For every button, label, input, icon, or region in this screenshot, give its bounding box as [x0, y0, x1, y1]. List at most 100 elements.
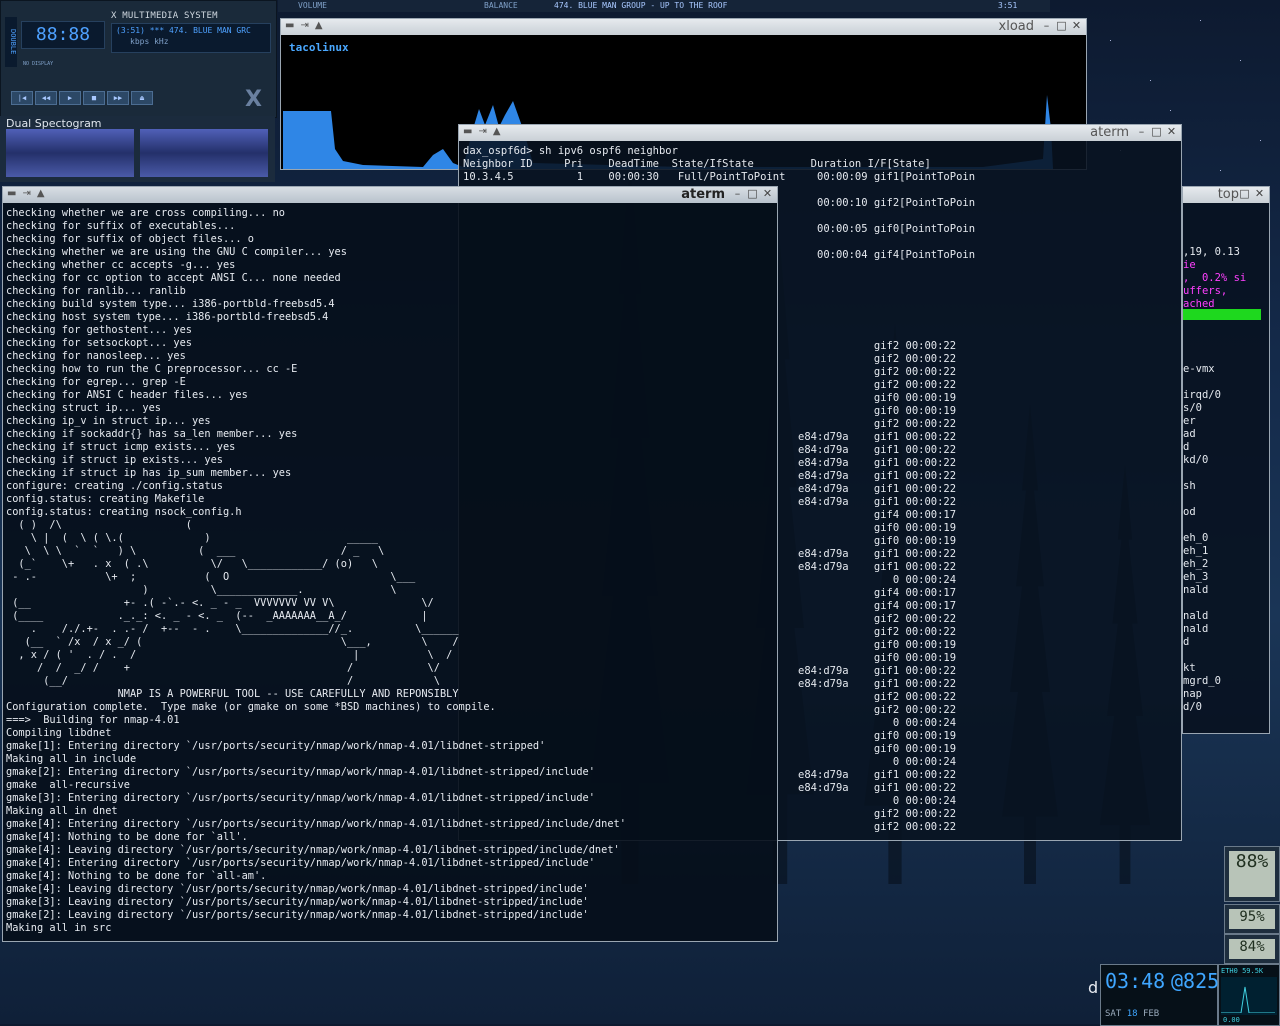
terminal-line: s/0 [1183, 402, 1202, 414]
titlebar[interactable]: ▬ ⇥ ▲ xload – □ ✕ [281, 19, 1086, 35]
maximize-icon[interactable]: □ [1239, 188, 1250, 199]
titlebar[interactable]: ▬ ⇥ ▲ aterm – □ ✕ [3, 187, 777, 203]
terminal-line: ,19, 0.13 [1183, 246, 1240, 258]
terminal-line: Compiling libdnet [6, 727, 112, 739]
terminal-line: gmake all-recursive [6, 779, 130, 791]
terminal-line: ) \_____________. \ [6, 584, 397, 596]
balance-label[interactable]: BALANCE [484, 1, 518, 10]
xmms-info-line: (3:51) *** 474. BLUE MAN GRC [116, 26, 251, 35]
xmms-logo: X [245, 87, 262, 112]
maximize-icon[interactable]: □ [1151, 126, 1162, 137]
terminal-line: \ | ( \ ( \.( ) _____ [6, 532, 378, 544]
terminal-line: checking if struct ip exists... yes [6, 454, 223, 466]
window-controls: – □ ✕ [1041, 20, 1082, 31]
terminal-line: Making all in dnet [6, 805, 118, 817]
terminal-output[interactable]: checking whether we are cross compiling.… [6, 207, 775, 939]
terminal-line: checking for egrep... grep -E [6, 376, 186, 388]
menu-icon[interactable]: ▬ [7, 188, 16, 199]
forward-button[interactable]: ▶▶ [107, 91, 129, 105]
terminal-line: checking build system type... i386-portb… [6, 298, 335, 310]
terminal-line: d [1183, 441, 1190, 453]
terminal-line: checking for nanosleep... yes [6, 350, 186, 362]
window-controls: – □ ✕ [732, 188, 773, 199]
terminal-line: Configuration complete. Type make (or gm… [6, 701, 496, 713]
raise-icon[interactable]: ▲ [315, 20, 323, 31]
network-monitor: ETH0 59.5K 0.00 [1218, 964, 1280, 1026]
eject-button[interactable]: ⏏ [131, 91, 153, 105]
terminal-line: config.status: creating Makefile [6, 493, 205, 505]
net-graph-line [1221, 986, 1275, 1014]
window-title: top [1217, 187, 1239, 202]
terminal-line: ached [1183, 298, 1215, 310]
cpu-value: 88% [1229, 851, 1275, 897]
desktop-letter: d [1088, 978, 1099, 997]
terminal-line: (__/ / \ [6, 675, 440, 687]
close-icon[interactable]: ✕ [1166, 126, 1177, 137]
terminal-line: - .- \+ ; ( O \___ [6, 571, 416, 583]
terminal-line: nald [1183, 584, 1209, 596]
clock-time: 03:48 [1105, 969, 1166, 993]
rewind-button[interactable]: ◀◀ [35, 91, 57, 105]
net-out: 0.00 [1223, 1016, 1240, 1024]
terminal-line: gmake[2]: Entering directory `/usr/ports… [6, 766, 595, 778]
menu-icon[interactable]: ▬ [463, 126, 472, 137]
terminal-line: gmake[4]: Leaving directory `/usr/ports/… [6, 844, 620, 856]
net-graph [1221, 977, 1277, 1015]
cpu-value: 84% [1229, 939, 1275, 959]
track-time: 3:51 [998, 1, 1018, 10]
terminal-line: gmake[4]: Entering directory `/usr/ports… [6, 818, 626, 830]
stop-button[interactable]: ■ [83, 91, 105, 105]
terminal-line: eh_3 [1183, 571, 1209, 583]
prev-button[interactable]: |◀ [11, 91, 33, 105]
maximize-icon[interactable]: □ [747, 188, 758, 199]
shade-icon[interactable]: ⇥ [300, 20, 308, 31]
close-icon[interactable]: ✕ [1071, 20, 1082, 31]
minimize-icon[interactable]: – [1136, 126, 1147, 137]
terminal-line: Neighbor ID Pri DeadTime State/IfState D… [463, 158, 931, 170]
terminal-line: (__ +- .( -`.- <. _ - _ VVVVVVV VV V\ \/ [6, 597, 434, 609]
xmms-time-display: 88:88 [21, 21, 105, 49]
raise-icon[interactable]: ▲ [37, 188, 45, 199]
window-title: aterm [681, 187, 725, 202]
cpu-monitor-3: 84% [1224, 934, 1280, 964]
maximize-icon[interactable]: □ [1056, 20, 1067, 31]
terminal-line: (__ ` /x / x _/ ( \___, \ / [6, 636, 459, 648]
menu-icon[interactable]: ▬ [285, 20, 294, 31]
raise-icon[interactable]: ▲ [493, 126, 501, 137]
terminal-line: 10.3.4.5 1 00:00:30 Full/PointToPoint 00… [463, 171, 976, 183]
terminal-line: e-vmx [1183, 363, 1215, 375]
titlebar-left-buttons: ▬ ⇥ ▲ [463, 126, 501, 137]
terminal-line: checking host system type... i386-portbl… [6, 311, 329, 323]
terminal-line: irqd/0 [1183, 389, 1221, 401]
minimize-icon[interactable]: – [732, 188, 743, 199]
minimize-icon[interactable]: – [1041, 20, 1052, 31]
terminal-line: Making all in src [6, 922, 112, 934]
window-controls: □ ✕ [1239, 188, 1265, 199]
top-lines: ,19, 0.13 ie, 0.2% si uffers, ached e-vmx i… [1183, 246, 1269, 714]
close-icon[interactable]: ✕ [1254, 188, 1265, 199]
volume-label[interactable]: VOLUME [298, 1, 327, 10]
terminal-line: checking for suffix of executables... [6, 220, 236, 232]
terminal-line: gmake[3]: Leaving directory `/usr/ports/… [6, 896, 589, 908]
clock-month: FEB [1142, 1009, 1160, 1019]
play-button[interactable]: ▶ [59, 91, 81, 105]
titlebar[interactable]: ▬ ⇥ ▲ aterm – □ ✕ [459, 125, 1181, 141]
terminal-line: ===> Building for nmap-4.01 [6, 714, 180, 726]
shade-icon[interactable]: ⇥ [22, 188, 30, 199]
xmms-caption: NO DISPLAY [23, 61, 54, 67]
terminal-line: eh_2 [1183, 558, 1209, 570]
terminal-line: eh_1 [1183, 545, 1209, 557]
titlebar[interactable]: top □ ✕ [1183, 187, 1269, 203]
terminal-line: checking if struct ip has ip_sum member.… [6, 467, 292, 479]
terminal-line: checking if sockaddr{} has sa_len member… [6, 428, 298, 440]
terminal-line: config.status: creating nsock_config.h [6, 506, 242, 518]
close-icon[interactable]: ✕ [762, 188, 773, 199]
terminal-line: \ \ \ ` ` ) \ ( ___ / _ \ [6, 545, 385, 557]
titlebar-left-buttons: ▬ ⇥ ▲ [7, 188, 45, 199]
terminal-line: checking if struct icmp exists... yes [6, 441, 236, 453]
shade-icon[interactable]: ⇥ [478, 126, 486, 137]
xmms-title: X MULTIMEDIA SYSTEM [111, 11, 218, 21]
